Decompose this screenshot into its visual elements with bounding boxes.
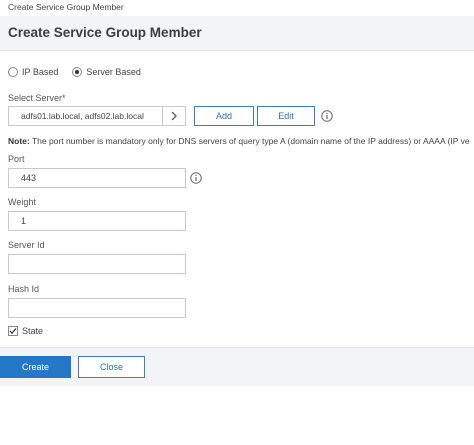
select-server-value: adfs01.lab.local, adfs02.lab.local [21, 111, 144, 121]
port-info-icon[interactable] [190, 172, 202, 184]
radio-ip-based-label: IP Based [22, 67, 59, 77]
dialog-header: Create Service Group Member [0, 16, 474, 51]
radio-ip-based[interactable]: IP Based [8, 67, 58, 77]
port-label: Port [8, 154, 25, 164]
note-text: Note: The port number is mandatory only … [8, 136, 470, 146]
note-body: The port number is mandatory only for DN… [29, 136, 470, 146]
select-server-field[interactable]: adfs01.lab.local, adfs02.lab.local [8, 106, 186, 126]
add-server-button[interactable]: Add [194, 106, 254, 126]
dialog-footer [0, 347, 474, 386]
state-checkbox[interactable] [8, 326, 18, 336]
port-input[interactable]: 443 [8, 168, 186, 188]
chevron-right-icon [171, 111, 177, 121]
server-id-label: Server Id [8, 240, 45, 250]
checkmark-icon [9, 328, 17, 335]
hash-id-label: Hash Id [8, 284, 40, 294]
hash-id-input[interactable] [8, 298, 186, 318]
radio-server-based[interactable]: Server Based [72, 67, 141, 77]
select-server-label: Select Server* [8, 93, 66, 103]
close-button[interactable]: Close [78, 356, 145, 378]
state-label: State [22, 326, 44, 336]
create-button[interactable]: Create [0, 356, 71, 378]
info-icon[interactable] [321, 110, 333, 122]
server-id-input[interactable] [8, 254, 186, 274]
state-checkbox-row[interactable]: State [8, 326, 43, 336]
edit-server-button[interactable]: Edit [257, 106, 315, 126]
weight-label: Weight [8, 197, 36, 207]
address-type-radio-group: IP Based Server Based [8, 67, 155, 77]
weight-input[interactable]: 1 [8, 211, 186, 231]
window-title: Create Service Group Member [0, 0, 474, 16]
page-title: Create Service Group Member [8, 25, 202, 40]
radio-ip-based-circle[interactable] [8, 67, 18, 77]
select-server-arrow-button[interactable] [162, 107, 185, 125]
note-prefix: Note: [8, 136, 30, 146]
radio-server-based-circle[interactable] [72, 67, 83, 77]
radio-server-based-label: Server Based [86, 67, 141, 77]
